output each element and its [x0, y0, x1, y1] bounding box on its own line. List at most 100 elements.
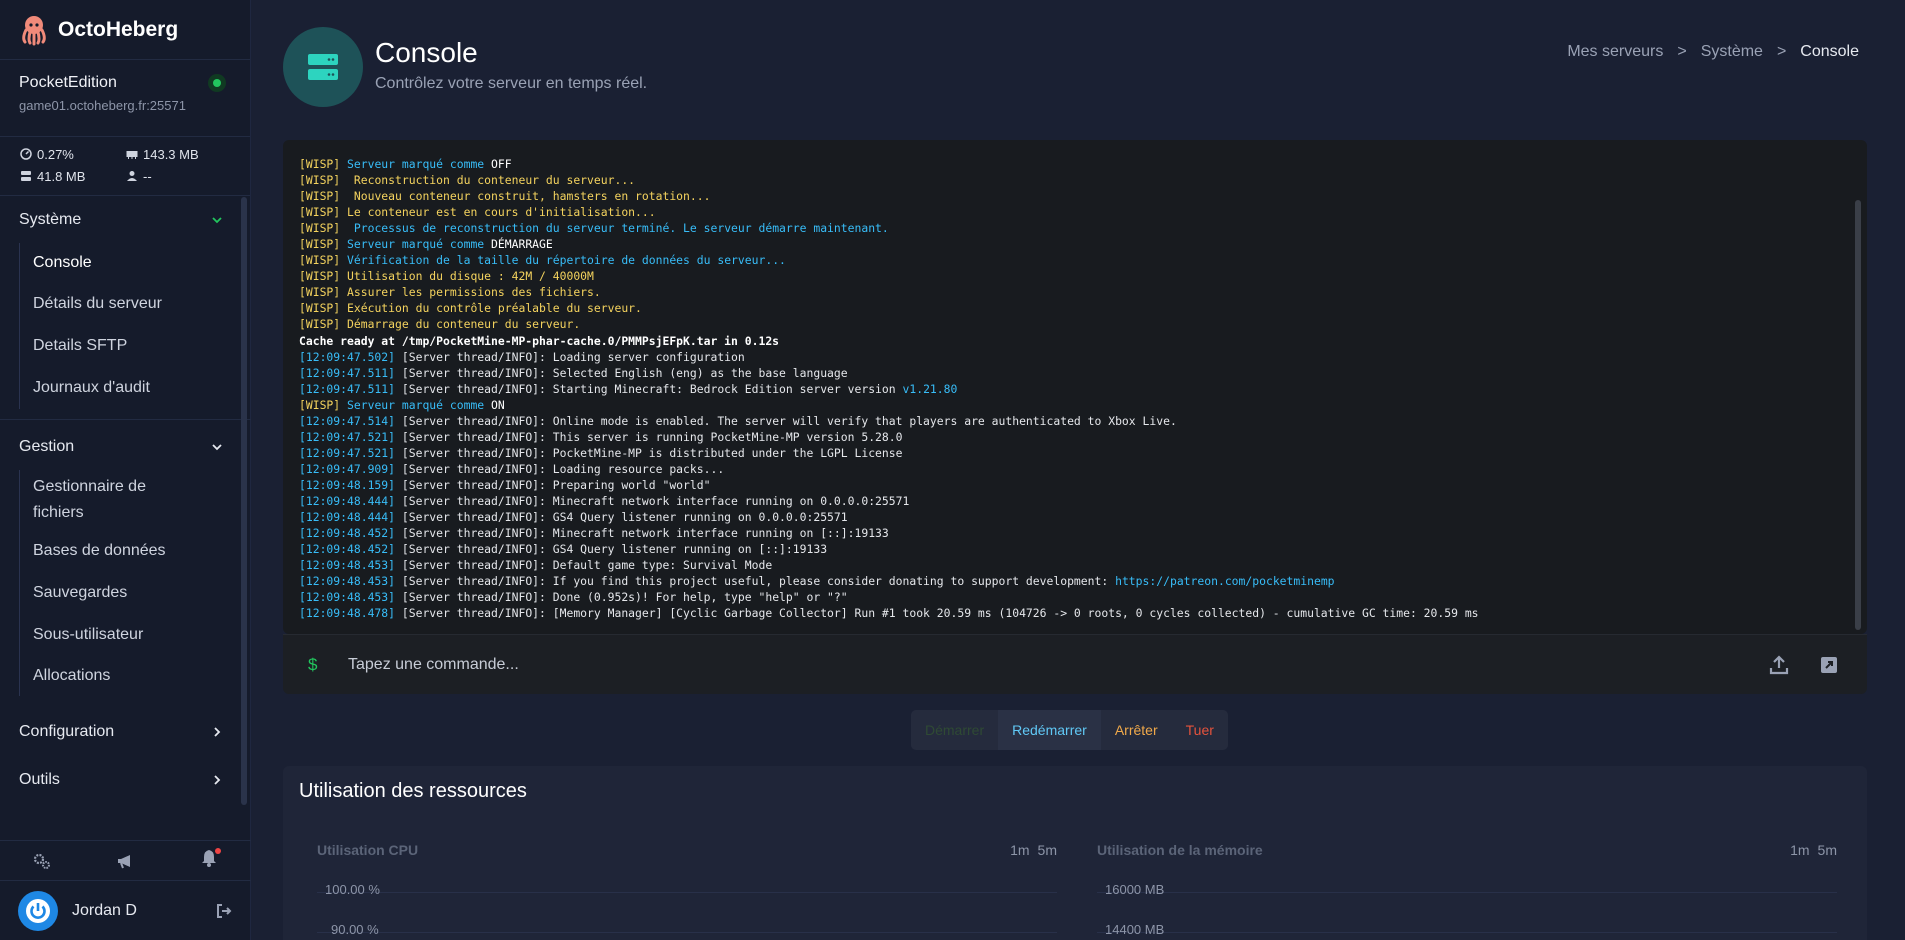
sidebar-item-subusers[interactable]: Sous-utilisateur — [20, 614, 242, 656]
console-line-text: ON — [491, 397, 505, 412]
memory-tick-label: 16000 MB — [1105, 882, 1165, 897]
cpu-graph: Utilisation CPU 1m 5m 100.00 % 90.00 % — [317, 842, 1057, 940]
command-input[interactable] — [348, 655, 1767, 674]
console-line-text: Cache ready at /tmp/PocketMine-MP-phar-c… — [299, 333, 780, 348]
console-line-text: [Server thread/INFO]: Starting Minecraft… — [395, 381, 903, 396]
sidebar-item-sftp-details[interactable]: Details SFTP — [20, 325, 242, 367]
chevron-down-icon — [212, 217, 222, 224]
cpu-tick-label: 90.00 % — [331, 922, 379, 937]
sidebar-item-backups[interactable]: Sauvegardes — [20, 572, 242, 614]
console-line-text: [Server thread/INFO]: Minecraft network … — [395, 493, 910, 508]
sidebar-item-file-manager[interactable]: Gestionnaire de fichiers — [20, 470, 160, 530]
sidebar-item-databases[interactable]: Bases de données — [20, 530, 242, 572]
sidebar-item-allocations[interactable]: Allocations — [20, 656, 242, 696]
range-1m-button[interactable]: 1m — [1010, 842, 1029, 858]
gridline — [317, 932, 1057, 933]
console-log: [WISP] Serveur marqué comme OFF [WISP] Re… — [299, 156, 1837, 621]
console-line: [12:09:48.453] [Server thread/INFO]: If … — [299, 573, 1837, 589]
server-info[interactable]: PocketEdition game01.octoheberg.fr:25571 — [0, 60, 250, 137]
nav-section-systeme[interactable]: Système — [0, 197, 242, 243]
nav-section-gestion[interactable]: Gestion — [0, 424, 242, 470]
console-line-text: OFF — [491, 157, 512, 171]
sidebar-item-server-details[interactable]: Détails du serveur — [20, 283, 242, 325]
console-line: [12:09:47.909] [Server thread/INFO]: Loa… — [299, 461, 1837, 477]
notification-badge — [215, 848, 222, 854]
console-line-text[interactable]: https://patreon.com/pocketminemp — [1115, 574, 1334, 588]
cpu-gauge-icon — [20, 148, 32, 160]
console-line: [WISP] Reconstruction du conteneur du se… — [299, 172, 1837, 188]
console-line-tag: [WISP] — [299, 237, 341, 252]
start-button[interactable]: Démarrer — [911, 710, 998, 750]
console-line: [12:09:47.514] [Server thread/INFO]: Onl… — [299, 413, 1837, 429]
upload-log-button[interactable] — [1767, 653, 1791, 677]
players-value: -- — [143, 168, 152, 184]
players-stat: -- — [126, 167, 236, 185]
stop-button[interactable]: Arrêter — [1101, 710, 1172, 750]
memory-graph-title: Utilisation de la mémoire — [1097, 842, 1263, 858]
cpu-graph-title: Utilisation CPU — [317, 842, 419, 858]
sidebar-item-console[interactable]: Console — [20, 243, 242, 283]
chevron-right-icon — [214, 727, 221, 737]
gridline — [317, 892, 1057, 893]
command-prompt-symbol: $ — [308, 654, 318, 674]
range-5m-button[interactable]: 5m — [1038, 842, 1057, 858]
console-line-text: DÉMARRAGE — [491, 237, 553, 252]
sidebar-item-audit-logs[interactable]: Journaux d'audit — [20, 367, 242, 409]
console-line: [12:09:48.453] [Server thread/INFO]: Don… — [299, 589, 1837, 605]
restart-button[interactable]: Redémarrer — [998, 710, 1101, 750]
console-line-timestamp: [12:09:48.444] — [299, 493, 396, 508]
console-line-text: [Server thread/INFO]: GS4 Query listener… — [395, 542, 828, 557]
sidebar-scrollbar[interactable] — [241, 197, 247, 805]
console-line-text: Utilisation du disque : 42M / 40000M — [340, 269, 594, 284]
cpu-tick-label: 100.00 % — [325, 882, 380, 897]
power-controls: Démarrer Redémarrer Arrêter Tuer — [911, 710, 1228, 750]
breadcrumb-item[interactable]: Mes serveurs — [1567, 43, 1663, 61]
console-line-text: [Server thread/INFO]: Selected English (… — [395, 365, 848, 380]
console-line-text: [Server thread/INFO]: Loading server con… — [395, 349, 745, 364]
console-line-timestamp: [12:09:47.521] — [299, 429, 396, 444]
console-line-timestamp: [12:09:48.453] — [299, 574, 396, 589]
popout-console-button[interactable] — [1817, 653, 1841, 677]
console-line-text: Nouveau conteneur construit, hamsters en… — [340, 189, 711, 204]
settings-gears-icon[interactable] — [32, 851, 52, 871]
console-line-timestamp: [12:09:48.452] — [299, 526, 396, 541]
brand[interactable]: OctoHeberg — [0, 0, 250, 60]
console-line: [12:09:48.453] [Server thread/INFO]: Def… — [299, 557, 1837, 573]
console-line-text: Serveur marqué comme — [340, 237, 492, 252]
console-line-text[interactable]: v1.21.80 — [903, 382, 958, 396]
console-line: [WISP] Serveur marqué comme DÉMARRAGE — [299, 236, 1837, 252]
megaphone-icon[interactable] — [115, 851, 135, 871]
avatar[interactable] — [18, 890, 58, 931]
nav-section-outils[interactable]: Outils — [0, 756, 242, 804]
kill-button[interactable]: Tuer — [1172, 710, 1228, 750]
console-line-timestamp: [12:09:48.452] — [299, 542, 396, 557]
console-line-text: [Server thread/INFO]: Loading resource p… — [395, 461, 725, 476]
notifications-button[interactable] — [199, 848, 222, 873]
logout-icon[interactable] — [215, 902, 233, 920]
page-title: Console — [375, 37, 478, 68]
console-line-timestamp: [12:09:47.511] — [299, 365, 396, 380]
console-line-tag: [WISP] — [299, 285, 341, 300]
range-1m-button[interactable]: 1m — [1790, 842, 1809, 858]
console-line-text: Démarrage du conteneur du serveur. — [340, 317, 581, 332]
breadcrumb-item[interactable]: Système — [1701, 43, 1763, 61]
user-bar: Jordan D — [0, 880, 251, 940]
console-line: [12:09:47.511] [Server thread/INFO]: Sel… — [299, 365, 1837, 381]
console-line: [WISP] Utilisation du disque : 42M / 400… — [299, 268, 1837, 284]
divider — [0, 419, 251, 420]
console-line-tag: [WISP] — [299, 173, 341, 188]
nav-section-label: Système — [19, 211, 82, 228]
console-line-tag: [WISP] — [299, 317, 341, 332]
console-line: [WISP] Serveur marqué comme ON — [299, 397, 1837, 413]
console-line-text: [Server thread/INFO]: Preparing world "w… — [395, 477, 711, 492]
console-scrollbar[interactable] — [1855, 200, 1861, 630]
console-output[interactable]: [WISP] Serveur marqué comme OFF [WISP] Re… — [283, 140, 1867, 634]
disk-value: 41.8 MB — [37, 168, 86, 184]
range-5m-button[interactable]: 5m — [1818, 842, 1837, 858]
breadcrumb: Mes serveurs > Système > Console — [1567, 43, 1859, 61]
console-line-timestamp: [12:09:48.159] — [299, 477, 396, 492]
memory-value: 143.3 MB — [143, 146, 199, 162]
nav-section-configuration[interactable]: Configuration — [0, 708, 242, 756]
console-line: [WISP] Nouveau conteneur construit, hams… — [299, 188, 1837, 204]
console-line-text: [Server thread/INFO]: [Memory Manager] [… — [395, 606, 1479, 621]
